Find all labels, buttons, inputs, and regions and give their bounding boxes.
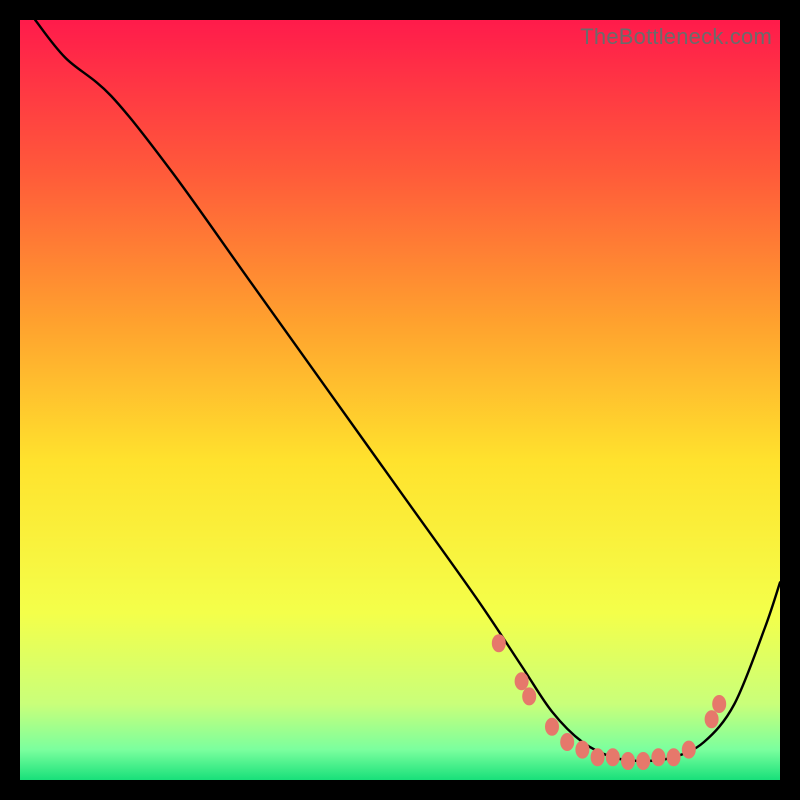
watermark-text: TheBottleneck.com xyxy=(580,24,772,50)
marker-dot xyxy=(522,687,536,705)
marker-dot xyxy=(515,672,529,690)
marker-dot xyxy=(492,634,506,652)
chart-frame: TheBottleneck.com xyxy=(20,20,780,780)
chart-svg xyxy=(20,20,780,780)
marker-dot xyxy=(545,718,559,736)
marker-dot xyxy=(591,748,605,766)
marker-dot xyxy=(667,748,681,766)
marker-dot xyxy=(560,733,574,751)
marker-dot xyxy=(651,748,665,766)
marker-dot xyxy=(575,741,589,759)
marker-dot xyxy=(712,695,726,713)
marker-dot xyxy=(606,748,620,766)
marker-dot xyxy=(621,752,635,770)
marker-dot xyxy=(682,741,696,759)
marker-dot xyxy=(705,710,719,728)
chart-background xyxy=(20,20,780,780)
marker-dot xyxy=(636,752,650,770)
